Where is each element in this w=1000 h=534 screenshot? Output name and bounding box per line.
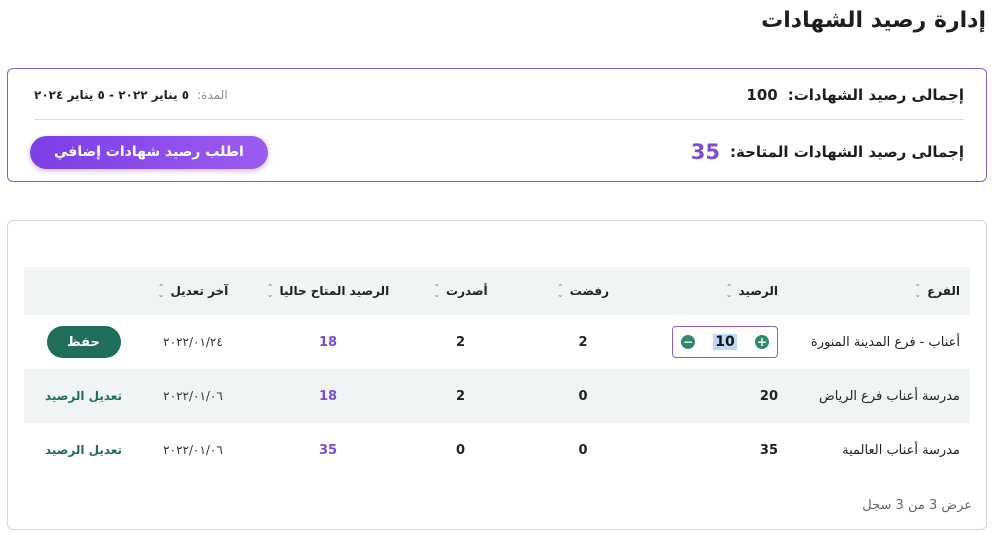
branches-table: الفرع ⌃ ⌄ الرصيد ⌃ ⌄ رفضت ⌃ ⌄ أصدرت ⌃ ⌄ الرص… <box>24 267 970 477</box>
page-title: إدارة رصيد الشهادات <box>761 8 986 33</box>
cell-balance: 35 <box>658 443 778 458</box>
available-balance-value: 35 <box>690 140 720 164</box>
balance-stepper[interactable]: + 10 − <box>672 326 778 358</box>
column-header-branch[interactable]: الفرع ⌃ ⌄ <box>778 284 970 299</box>
plus-circle-icon[interactable]: + <box>755 335 769 349</box>
period: المدة: ٥ يناير ٢٠٢٢ - ٥ يناير ٢٠٢٤ <box>34 88 228 102</box>
cell-last-modified: ٢٠٢٢/٠١/٠٦ <box>163 443 223 457</box>
cell-branch: مدرسة أعناب العالمية <box>842 442 960 458</box>
table-card: الفرع ⌃ ⌄ الرصيد ⌃ ⌄ رفضت ⌃ ⌄ أصدرت ⌃ ⌄ الرص… <box>7 220 987 530</box>
sort-icon[interactable]: ⌃ ⌄ <box>557 284 564 299</box>
balance-value: 35 <box>759 442 778 458</box>
table-row: مدرسة أعناب العالمية 35 0 0 35 ٢٠٢٢/٠١/٠… <box>24 423 970 477</box>
table-row: أعناب - فرع المدينة المنورة + 10 − 2 2 1… <box>24 315 970 369</box>
sort-icon[interactable]: ⌃ ⌄ <box>267 284 274 299</box>
column-header-rejected[interactable]: رفضت ⌃ ⌄ <box>508 284 658 299</box>
cell-available: 18 <box>318 388 338 404</box>
balance-value: 20 <box>759 388 778 404</box>
total-balance: إجمالى رصيد الشهادات: 100 <box>746 86 964 104</box>
sort-icon[interactable]: ⌃ ⌄ <box>433 284 440 299</box>
summary-row-total: إجمالى رصيد الشهادات: 100 المدة: ٥ يناير… <box>34 83 964 107</box>
cell-action: حفظ <box>24 326 143 358</box>
total-balance-label: إجمالى رصيد الشهادات: <box>787 86 964 104</box>
cell-available: 18 <box>318 334 338 350</box>
column-header-last-modified[interactable]: آخر تعديل ⌃ ⌄ <box>143 284 243 299</box>
sort-icon[interactable]: ⌃ ⌄ <box>726 284 733 299</box>
column-header-available[interactable]: الرصيد المتاح حاليا ⌃ ⌄ <box>243 284 413 299</box>
summary-card: إجمالى رصيد الشهادات: 100 المدة: ٥ يناير… <box>7 68 987 182</box>
cell-balance: + 10 − <box>658 326 778 358</box>
cell-available: 35 <box>318 442 338 458</box>
column-header-label: الرصيد المتاح حاليا <box>279 284 390 298</box>
cell-branch: أعناب - فرع المدينة المنورة <box>810 334 960 350</box>
record-count: عرض 3 من 3 سجل <box>862 498 972 513</box>
column-header-issued[interactable]: أصدرت ⌃ ⌄ <box>413 284 508 299</box>
balance-stepper-value[interactable]: 10 <box>713 334 737 350</box>
cell-action: تعديل الرصيد <box>24 443 143 457</box>
column-header-label: رفضت <box>569 284 609 298</box>
edit-balance-link[interactable]: تعديل الرصيد <box>45 443 122 457</box>
summary-divider <box>34 119 964 120</box>
cell-issued: 2 <box>455 388 466 404</box>
column-header-label: آخر تعديل <box>170 284 229 298</box>
table-header: الفرع ⌃ ⌄ الرصيد ⌃ ⌄ رفضت ⌃ ⌄ أصدرت ⌃ ⌄ الرص… <box>24 267 970 315</box>
sort-icon[interactable]: ⌃ ⌄ <box>158 284 165 299</box>
column-header-balance[interactable]: الرصيد ⌃ ⌄ <box>658 284 778 299</box>
request-additional-balance-button[interactable]: اطلب رصيد شهادات إضافي <box>30 135 268 169</box>
total-balance-value: 100 <box>746 86 778 104</box>
table-row: مدرسة أعناب فرع الرياض 20 0 2 18 ٢٠٢٢/٠١… <box>24 369 970 423</box>
cell-action: تعديل الرصيد <box>24 389 143 403</box>
edit-balance-link[interactable]: تعديل الرصيد <box>45 389 122 403</box>
cell-issued: 2 <box>455 334 466 350</box>
cell-rejected: 0 <box>578 442 588 458</box>
cell-branch: مدرسة أعناب فرع الرياض <box>818 388 960 404</box>
cell-last-modified: ٢٠٢٢/٠١/٠٦ <box>163 389 223 403</box>
column-header-label: الرصيد <box>738 284 778 298</box>
cell-balance: 20 <box>658 389 778 404</box>
available-balance: إجمالى رصيد الشهادات المتاحة: 35 <box>691 140 964 164</box>
sort-icon[interactable]: ⌃ ⌄ <box>914 284 921 299</box>
available-balance-label: إجمالى رصيد الشهادات المتاحة: <box>729 143 964 161</box>
cell-issued: 0 <box>455 442 466 458</box>
cell-rejected: 2 <box>578 334 588 350</box>
summary-row-available: إجمالى رصيد الشهادات المتاحة: 35 اطلب رص… <box>30 135 964 169</box>
save-button[interactable]: حفظ <box>46 326 121 358</box>
column-header-label: الفرع <box>927 284 960 298</box>
period-value: ٥ يناير ٢٠٢٢ - ٥ يناير ٢٠٢٤ <box>34 88 190 102</box>
cell-last-modified: ٢٠٢٢/٠١/٢٤ <box>163 335 223 349</box>
period-label: المدة: <box>197 88 228 102</box>
minus-circle-icon[interactable]: − <box>681 335 696 349</box>
column-header-label: أصدرت <box>446 284 488 298</box>
cell-rejected: 0 <box>578 388 588 404</box>
